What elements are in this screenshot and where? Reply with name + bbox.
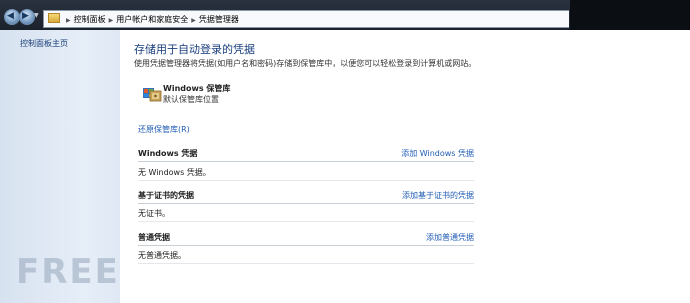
section-divider [138, 221, 474, 222]
background-window-area [570, 0, 690, 30]
certificate-credentials-header: 基于证书的凭据 添加基于证书的凭据 [138, 190, 474, 202]
address-field[interactable]: ▶ 控制面板 ▶ 用户帐户和家庭安全 ▶ 凭据管理器 [43, 10, 569, 28]
page-title: 存储用于自动登录的凭据 [134, 43, 255, 56]
control-panel-home-link[interactable]: 控制面板主页 [20, 38, 68, 49]
vault-title[interactable]: Windows 保管库 [163, 83, 230, 94]
add-certificate-credential-link[interactable]: 添加基于证书的凭据 [402, 190, 474, 201]
section-divider [138, 180, 474, 181]
recent-pages-dropdown[interactable]: ▼ [34, 12, 39, 19]
section-title: 基于证书的凭据 [138, 191, 194, 200]
add-windows-credential-link[interactable]: 添加 Windows 凭据 [401, 148, 474, 159]
section-divider [138, 203, 474, 204]
section-empty-text: 无 Windows 凭据。 [138, 168, 211, 177]
breadcrumb-separator: ▶ [108, 17, 114, 24]
page-description: 使用凭据管理器将凭据(如用户名和密码)存储到保管库中，以便您可以轻松登录到计算机… [134, 59, 477, 68]
section-divider [138, 161, 474, 162]
breadcrumb-separator: ▶ [66, 17, 71, 24]
section-title: 普通凭据 [138, 233, 170, 242]
add-generic-credential-link[interactable]: 添加普通凭据 [426, 232, 474, 243]
breadcrumb-control-panel[interactable]: 控制面板 [74, 15, 106, 24]
folder-icon [48, 13, 60, 23]
main-content: 存储用于自动登录的凭据 使用凭据管理器将凭据(如用户名和密码)存储到保管库中，以… [120, 30, 690, 303]
section-title: Windows 凭据 [138, 149, 198, 158]
windows-credentials-header: Windows 凭据 添加 Windows 凭据 [138, 148, 474, 160]
breadcrumb-credential-manager[interactable]: 凭据管理器 [199, 15, 239, 24]
forward-arrow-icon: ▶ [22, 11, 29, 21]
breadcrumb-separator: ▶ [191, 17, 196, 24]
forward-button[interactable]: ▶ [19, 9, 35, 25]
restore-vault-link[interactable]: 还原保管库(R) [138, 124, 190, 135]
section-divider [138, 245, 474, 246]
section-empty-text: 无普通凭据。 [138, 251, 186, 260]
breadcrumb-user-accounts[interactable]: 用户帐户和家庭安全 [116, 15, 188, 24]
vault-subtitle: 默认保管库位置 [163, 95, 219, 104]
breadcrumb: ▶ 控制面板 ▶ 用户帐户和家庭安全 ▶ 凭据管理器 [48, 13, 239, 25]
address-bar: ◀ ▶ ▼ ▶ 控制面板 ▶ 用户帐户和家庭安全 ▶ 凭据管理器 [0, 0, 690, 30]
generic-credentials-header: 普通凭据 添加普通凭据 [138, 232, 474, 244]
back-button[interactable]: ◀ [4, 9, 20, 25]
vault-icon [143, 88, 162, 102]
section-empty-text: 无证书。 [138, 209, 170, 218]
section-divider [138, 263, 474, 264]
back-arrow-icon: ◀ [7, 11, 14, 21]
